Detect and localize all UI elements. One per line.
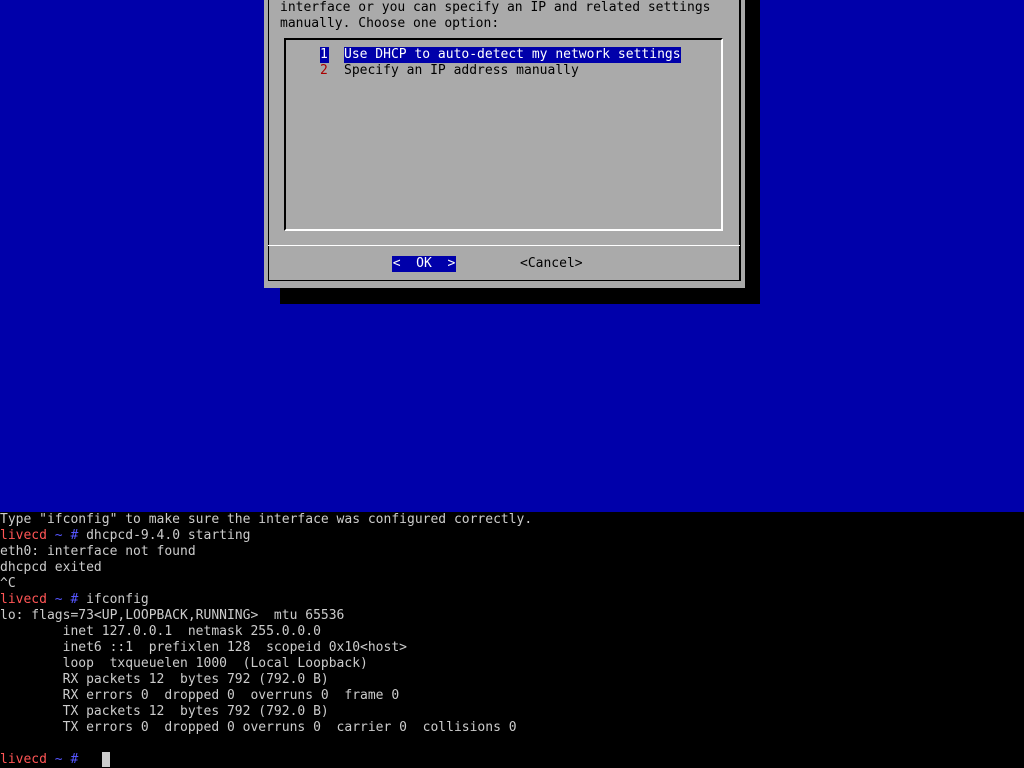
menu-item-tag: 2: [320, 63, 328, 78]
prompt-path: ~: [54, 528, 63, 543]
cancel-button[interactable]: <Cancel>: [520, 256, 583, 272]
menu-item-tag: 1: [320, 47, 329, 63]
terminal-output-line: lo: flags=73<UP,LOOPBACK,RUNNING> mtu 65…: [0, 608, 345, 623]
terminal-hint: Type "ifconfig" to make sure the interfa…: [0, 512, 535, 528]
dialog-separator: [268, 245, 740, 246]
prompt-host: livecd: [0, 592, 47, 607]
terminal-output-line: ^C: [0, 576, 16, 591]
terminal-output-line: inet6 ::1 prefixlen 128 scopeid 0x10<hos…: [0, 640, 407, 655]
terminal-output-line: RX errors 0 dropped 0 overruns 0 frame 0: [0, 688, 400, 703]
menu-item-manual-ip[interactable]: 2 Specify an IP address manually: [320, 63, 579, 79]
terminal-prompt-line: livecd ~ # dhcpcd-9.4.0 starting: [0, 528, 250, 544]
dialog-text-line-1: interface or you can specify an IP and r…: [280, 0, 711, 15]
terminal-prompt-line: livecd ~ # ifconfig: [0, 592, 149, 608]
prompt-host: livecd: [0, 528, 47, 543]
terminal-output-line: eth0: interface not found: [0, 544, 196, 559]
prompt-hash: #: [70, 752, 79, 767]
prompt-host: livecd: [0, 752, 47, 767]
ok-button[interactable]: < OK >: [392, 256, 456, 272]
terminal-output-line: loop txqueuelen 1000 (Local Loopback): [0, 656, 368, 671]
prompt-path: ~: [54, 752, 63, 767]
prompt-hash: #: [70, 592, 79, 607]
screen: interface or you can specify an IP and r…: [0, 0, 1024, 768]
terminal-prompt-line: livecd ~ #: [0, 752, 111, 768]
dialog-text-line-2: manually. Choose one option:: [280, 16, 500, 31]
terminal-output-line: RX packets 12 bytes 792 (792.0 B): [0, 672, 329, 687]
terminal-command: ifconfig: [86, 592, 149, 607]
menu-item-label: Specify an IP address manually: [344, 63, 579, 78]
terminal-output-line: TX errors 0 dropped 0 overruns 0 carrier…: [0, 720, 517, 735]
menu-item-dhcp[interactable]: 1 Use DHCP to auto-detect my network set…: [320, 47, 681, 63]
terminal-output-line: dhcpcd exited: [0, 560, 102, 575]
terminal-output-line: TX packets 12 bytes 792 (792.0 B): [0, 704, 329, 719]
menu-list: 1 Use DHCP to auto-detect my network set…: [284, 38, 723, 231]
terminal-cursor: [102, 752, 111, 767]
terminal-output-line: inet 127.0.0.1 netmask 255.0.0.0: [0, 624, 321, 639]
terminal-command: dhcpcd-9.4.0 starting: [86, 528, 251, 543]
prompt-hash: #: [70, 528, 79, 543]
prompt-path: ~: [54, 592, 63, 607]
network-config-dialog: interface or you can specify an IP and r…: [264, 0, 745, 288]
menu-item-label: Use DHCP to auto-detect my network setti…: [344, 47, 681, 63]
